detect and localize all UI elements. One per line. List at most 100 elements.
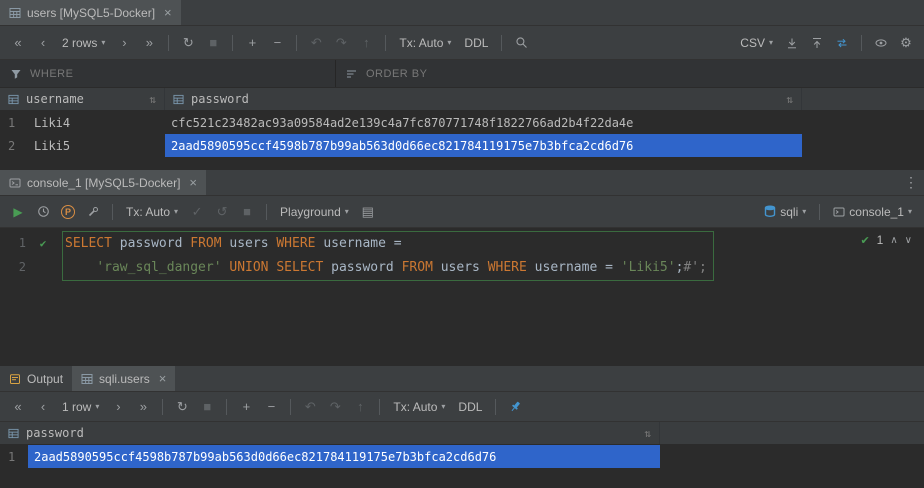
add-row-button[interactable]: + bbox=[235, 396, 257, 418]
playground-select[interactable]: Playground ▾ bbox=[275, 201, 354, 223]
run-success-icon: ✔ bbox=[34, 237, 52, 250]
prev-page-button[interactable]: ‹ bbox=[32, 32, 54, 54]
column-header-password[interactable]: password ⇅ bbox=[0, 422, 660, 444]
where-filter-input[interactable]: WHERE bbox=[0, 60, 336, 87]
profiler-badge[interactable]: P bbox=[57, 201, 79, 223]
tab-console[interactable]: console_1 [MySQL5-Docker] × bbox=[0, 170, 206, 195]
table-icon bbox=[9, 7, 21, 19]
chevron-down-icon: ▾ bbox=[101, 38, 105, 47]
editor-gutter: 1 ✔ 2 bbox=[0, 231, 62, 281]
search-icon[interactable] bbox=[510, 32, 532, 54]
first-page-button[interactable]: « bbox=[7, 32, 29, 54]
upload-icon[interactable] bbox=[806, 32, 828, 54]
close-icon[interactable]: × bbox=[189, 176, 197, 189]
playground-label: Playground bbox=[280, 205, 341, 219]
reload-button[interactable]: ↻ bbox=[171, 396, 193, 418]
chevron-down-icon: ▾ bbox=[447, 38, 451, 47]
statement-highlight-box: SELECT password FROM users WHERE usernam… bbox=[62, 231, 714, 281]
tx-mode-select[interactable]: Tx: Auto ▾ bbox=[388, 396, 450, 418]
stop-button[interactable]: ■ bbox=[196, 396, 218, 418]
wrench-icon[interactable] bbox=[82, 201, 104, 223]
cell-username[interactable]: Liki5 bbox=[28, 134, 165, 157]
cell-password-selected[interactable]: 2aad5890595ccf4598b787b99ab563d0d66ec821… bbox=[165, 134, 802, 157]
sort-both-icon[interactable]: ⇅ bbox=[644, 427, 651, 440]
last-page-button[interactable]: » bbox=[132, 396, 154, 418]
cell-username[interactable]: Liki4 bbox=[28, 111, 165, 134]
next-page-button[interactable]: › bbox=[113, 32, 135, 54]
sort-both-icon[interactable]: ⇅ bbox=[149, 93, 156, 106]
kebab-menu-icon[interactable]: ⋮ bbox=[898, 170, 924, 195]
submit-button[interactable]: ↑ bbox=[349, 396, 371, 418]
success-check-icon: ✔ bbox=[860, 234, 869, 247]
next-page-button[interactable]: › bbox=[107, 396, 129, 418]
add-row-button[interactable]: + bbox=[241, 32, 263, 54]
table-icon bbox=[81, 373, 93, 385]
revert-button[interactable]: ↶ bbox=[299, 396, 321, 418]
run-button[interactable]: ▶ bbox=[7, 201, 29, 223]
stop-button[interactable]: ■ bbox=[202, 32, 224, 54]
column-header-password[interactable]: password ⇅ bbox=[165, 88, 802, 110]
prev-page-button[interactable]: ‹ bbox=[32, 396, 54, 418]
close-icon[interactable]: × bbox=[164, 6, 172, 19]
reload-button[interactable]: ↻ bbox=[177, 32, 199, 54]
schema-label: sqli bbox=[780, 205, 798, 219]
tab-users-table[interactable]: users [MySQL5-Docker] × bbox=[0, 0, 181, 25]
close-icon[interactable]: × bbox=[159, 372, 167, 385]
sql-token: username = bbox=[316, 236, 402, 251]
redo-button[interactable]: ↷ bbox=[324, 396, 346, 418]
last-page-button[interactable]: » bbox=[138, 32, 160, 54]
session-select[interactable]: console_1 ▾ bbox=[828, 201, 917, 223]
code-area[interactable]: SELECT password FROM users WHERE usernam… bbox=[62, 231, 714, 281]
row-number: 1 bbox=[0, 116, 28, 130]
tab-result-sqli-users[interactable]: sqli.users × bbox=[72, 366, 175, 391]
sql-token: 'raw_sql_danger' bbox=[96, 260, 221, 275]
tx-mode-select[interactable]: Tx: Auto ▾ bbox=[394, 32, 456, 54]
submit-button[interactable]: ↑ bbox=[355, 32, 377, 54]
chevron-down-icon: ▾ bbox=[174, 207, 178, 216]
stop-button[interactable]: ■ bbox=[236, 201, 258, 223]
page-size-select[interactable]: 2 rows ▾ bbox=[57, 32, 110, 54]
commit-check-icon[interactable]: ✓ bbox=[186, 201, 208, 223]
column-icon bbox=[8, 428, 19, 439]
chevron-down-icon: ▾ bbox=[908, 207, 912, 216]
ddl-button[interactable]: DDL bbox=[459, 32, 493, 54]
sql-line-1: SELECT password FROM users WHERE usernam… bbox=[65, 232, 707, 256]
delete-row-button[interactable]: − bbox=[260, 396, 282, 418]
revert-button[interactable]: ↶ bbox=[305, 32, 327, 54]
cell-password[interactable]: cfc521c23482ac93a09584ad2e139c4a7fc87077… bbox=[165, 111, 802, 134]
tab-output[interactable]: Output bbox=[0, 366, 72, 391]
table-row: 1 2aad5890595ccf4598b787b99ab563d0d66ec8… bbox=[0, 445, 924, 468]
eye-icon[interactable] bbox=[870, 32, 892, 54]
export-format-select[interactable]: CSV ▾ bbox=[735, 32, 778, 54]
download-icon[interactable] bbox=[781, 32, 803, 54]
sql-token bbox=[65, 260, 96, 275]
sql-token: UNION bbox=[229, 260, 268, 275]
ddl-button[interactable]: DDL bbox=[453, 396, 487, 418]
gear-icon[interactable]: ⚙ bbox=[895, 32, 917, 54]
sort-both-icon[interactable]: ⇅ bbox=[786, 93, 793, 106]
first-page-button[interactable]: « bbox=[7, 396, 29, 418]
tx-mode-select[interactable]: Tx: Auto ▾ bbox=[121, 201, 183, 223]
order-by-input[interactable]: ORDER BY bbox=[336, 60, 437, 87]
cell-password-selected[interactable]: 2aad5890595ccf4598b787b99ab563d0d66ec821… bbox=[28, 445, 660, 468]
output-layout-icon[interactable]: ▤ bbox=[357, 201, 379, 223]
column-header-username[interactable]: username ⇅ bbox=[0, 88, 165, 110]
schema-select[interactable]: sqli ▾ bbox=[759, 201, 811, 223]
chevron-down-icon: ▾ bbox=[802, 207, 806, 216]
sql-token: password bbox=[323, 260, 401, 275]
rollback-icon[interactable]: ↺ bbox=[211, 201, 233, 223]
redo-button[interactable]: ↷ bbox=[330, 32, 352, 54]
sql-token: users bbox=[222, 236, 277, 251]
console-toolbar: ▶ P Tx: Auto ▾ ✓ ↺ ■ Playground ▾ ▤ sqli bbox=[0, 196, 924, 228]
chevron-down-icon[interactable]: ∨ bbox=[905, 235, 912, 246]
pin-icon[interactable] bbox=[504, 396, 526, 418]
page-size-label: 2 rows bbox=[62, 36, 97, 50]
sql-editor[interactable]: 1 ✔ 2 SELECT password FROM users WHERE u… bbox=[0, 228, 924, 360]
clock-icon[interactable] bbox=[32, 201, 54, 223]
chevron-up-icon[interactable]: ∧ bbox=[890, 235, 897, 246]
page-size-select[interactable]: 1 row ▾ bbox=[57, 396, 104, 418]
sync-icon[interactable] bbox=[831, 32, 853, 54]
sql-token: password bbox=[112, 236, 190, 251]
sql-line-2: 'raw_sql_danger' UNION SELECT password F… bbox=[65, 256, 707, 280]
delete-row-button[interactable]: − bbox=[266, 32, 288, 54]
